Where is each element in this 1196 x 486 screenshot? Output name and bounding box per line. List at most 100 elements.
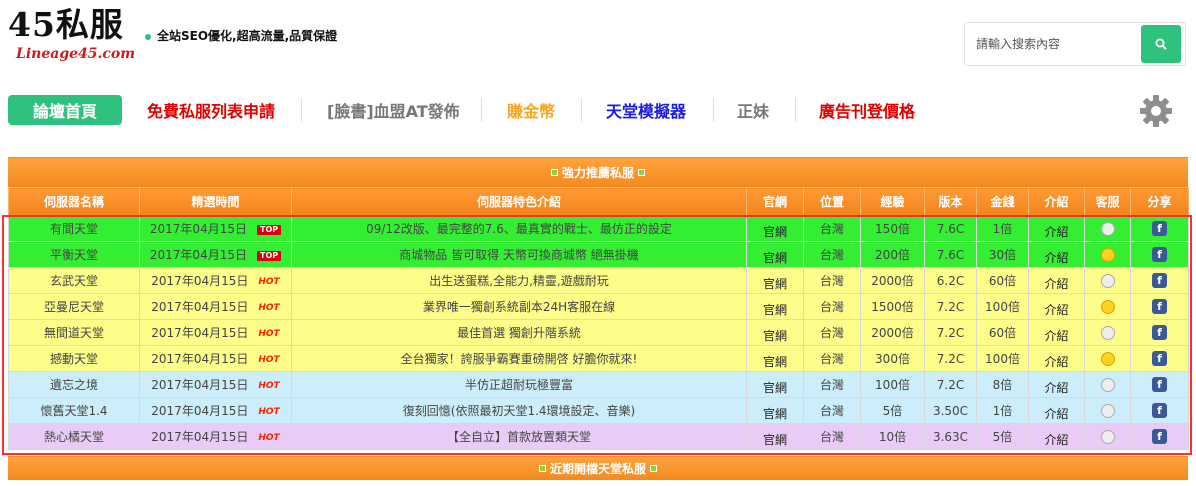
search-input[interactable] bbox=[966, 24, 1142, 64]
featured-time-cell: 2017年04月15日 HOT bbox=[139, 423, 292, 450]
server-name[interactable]: 撼動天堂 bbox=[8, 345, 140, 372]
smiley-icon[interactable] bbox=[1100, 247, 1115, 262]
smiley-icon[interactable] bbox=[1100, 377, 1115, 392]
server-name[interactable]: 懷舊天堂1.4 bbox=[8, 397, 140, 424]
smiley-icon[interactable] bbox=[1100, 351, 1115, 366]
server-name[interactable]: 遺忘之境 bbox=[8, 371, 140, 398]
server-money: 1倍 bbox=[976, 215, 1029, 242]
official-site-cell: 官網 bbox=[746, 345, 804, 372]
table-row: 遺忘之境 2017年04月15日 HOT 半仿正超耐玩極豐富 官網 台灣 100倍 7.2C 8… bbox=[8, 371, 1189, 398]
server-name[interactable]: 平衡天堂 bbox=[8, 241, 140, 268]
server-description[interactable]: 業界唯一獨創系統副本24H客服在線 bbox=[291, 293, 747, 320]
smiley-icon[interactable] bbox=[1100, 403, 1115, 418]
intro-link[interactable]: 介紹 bbox=[1044, 399, 1068, 422]
official-site-link[interactable]: 官網 bbox=[763, 269, 787, 292]
smiley-icon[interactable] bbox=[1100, 221, 1115, 236]
server-description[interactable]: 復刻回憶(依照最初天堂1.4環境設定、音樂) bbox=[291, 397, 747, 424]
official-site-cell: 官網 bbox=[746, 293, 804, 320]
nav-item-ad-price[interactable]: 廣告刊登價格 bbox=[819, 95, 915, 125]
facebook-share-icon[interactable]: f bbox=[1152, 325, 1167, 340]
official-site-link[interactable]: 官網 bbox=[763, 425, 787, 448]
top-badge: TOP bbox=[256, 251, 282, 261]
server-name[interactable]: 玄武天堂 bbox=[8, 267, 140, 294]
intro-link[interactable]: 介紹 bbox=[1044, 373, 1068, 396]
intro-link[interactable]: 介紹 bbox=[1044, 243, 1068, 266]
server-exp: 150倍 bbox=[860, 215, 925, 242]
intro-link[interactable]: 介紹 bbox=[1044, 321, 1068, 344]
intro-link[interactable]: 介紹 bbox=[1044, 295, 1068, 318]
smiley-icon[interactable] bbox=[1100, 325, 1115, 340]
server-name[interactable]: 亞曼尼天堂 bbox=[8, 293, 140, 320]
facebook-share-icon[interactable]: f bbox=[1152, 273, 1167, 288]
nav-item-facebook-at[interactable]: [臉書]血盟AT發佈 bbox=[327, 95, 460, 125]
search-button[interactable] bbox=[1141, 25, 1181, 63]
smiley-icon[interactable] bbox=[1100, 299, 1115, 314]
server-location: 台灣 bbox=[803, 423, 861, 450]
square-icon bbox=[650, 465, 657, 472]
server-exp: 5倍 bbox=[860, 397, 925, 424]
nav-item-free-server-apply[interactable]: 免費私服列表申請 bbox=[147, 95, 275, 125]
site-logo[interactable]: 45私服 Lineage45.com bbox=[8, 6, 148, 66]
server-name[interactable]: 有間天堂 bbox=[8, 215, 140, 242]
nav-item-simulator[interactable]: 天堂模擬器 bbox=[606, 95, 686, 125]
server-description[interactable]: 全台獨家！誇服爭霸賽重磅開啓 好膽你就來! bbox=[291, 345, 747, 372]
nav-item-girls[interactable]: 正妹 bbox=[737, 95, 769, 125]
featured-time-cell: 2017年04月15日 HOT bbox=[139, 293, 292, 320]
server-version: 7.2C bbox=[924, 345, 977, 372]
share-cell: f bbox=[1130, 371, 1189, 398]
intro-link[interactable]: 介紹 bbox=[1044, 269, 1068, 292]
nav-item-earn-coins[interactable]: 賺金幣 bbox=[507, 95, 555, 125]
share-cell: f bbox=[1130, 267, 1189, 294]
official-site-cell: 官網 bbox=[746, 267, 804, 294]
featured-time-cell: 2017年04月15日 HOT bbox=[139, 345, 292, 372]
server-name[interactable]: 無間道天堂 bbox=[8, 319, 140, 346]
official-site-link[interactable]: 官網 bbox=[763, 347, 787, 370]
facebook-share-icon[interactable]: f bbox=[1152, 351, 1167, 366]
square-icon bbox=[538, 465, 546, 472]
featured-time: 2017年04月15日 bbox=[151, 404, 249, 418]
facebook-share-icon[interactable]: f bbox=[1152, 377, 1167, 392]
server-version: 7.6C bbox=[924, 215, 977, 242]
search-icon bbox=[1155, 38, 1167, 50]
server-exp: 10倍 bbox=[860, 423, 925, 450]
table-row: 玄武天堂 2017年04月15日 HOT 出生送蛋糕,全能力,精靈,遊戲耐玩 官網 台灣 2… bbox=[8, 267, 1189, 294]
server-description[interactable]: 最佳首選 獨創升階系統 bbox=[291, 319, 747, 346]
facebook-share-icon[interactable]: f bbox=[1152, 403, 1167, 418]
server-description[interactable]: 09/12改版、最完整的7.6、最真實的戰士、最仿正的設定 bbox=[291, 215, 747, 242]
official-site-link[interactable]: 官網 bbox=[763, 295, 787, 318]
server-exp: 2000倍 bbox=[860, 267, 925, 294]
official-site-link[interactable]: 官網 bbox=[763, 399, 787, 422]
featured-time: 2017年04月15日 bbox=[149, 248, 247, 262]
square-icon bbox=[638, 169, 645, 176]
gear-icon[interactable] bbox=[1138, 93, 1174, 129]
server-description[interactable]: 【全自立】首款放置類天堂 bbox=[291, 423, 747, 450]
smiley-icon[interactable] bbox=[1100, 429, 1115, 444]
facebook-share-icon[interactable]: f bbox=[1152, 429, 1167, 444]
smiley-icon[interactable] bbox=[1100, 273, 1115, 288]
intro-link[interactable]: 介紹 bbox=[1044, 425, 1068, 448]
official-site-cell: 官網 bbox=[746, 423, 804, 450]
section-header-recent: 近期開檔天堂私服 bbox=[8, 456, 1188, 480]
official-site-link[interactable]: 官網 bbox=[763, 321, 787, 344]
official-site-link[interactable]: 官網 bbox=[763, 243, 787, 266]
server-description[interactable]: 出生送蛋糕,全能力,精靈,遊戲耐玩 bbox=[291, 267, 747, 294]
facebook-share-icon[interactable]: f bbox=[1152, 299, 1167, 314]
site-slogan: 全站SEO優化,超高流量,品質保證 bbox=[145, 27, 337, 44]
server-description[interactable]: 半仿正超耐玩極豐富 bbox=[291, 371, 747, 398]
nav-home-button[interactable]: 論壇首頁 bbox=[8, 95, 122, 125]
col-header: 金錢 bbox=[976, 187, 1029, 216]
facebook-share-icon[interactable]: f bbox=[1152, 221, 1167, 236]
server-description[interactable]: 商城物品 皆可取得 天幣可換商城幣 絕無掛機 bbox=[291, 241, 747, 268]
server-name[interactable]: 熱心橘天堂 bbox=[8, 423, 140, 450]
intro-link[interactable]: 介紹 bbox=[1044, 217, 1068, 240]
featured-time-cell: 2017年04月15日 HOT bbox=[139, 319, 292, 346]
official-site-link[interactable]: 官網 bbox=[763, 217, 787, 240]
featured-time-cell: 2017年04月15日 HOT bbox=[139, 267, 292, 294]
facebook-share-icon[interactable]: f bbox=[1152, 247, 1167, 262]
server-version: 7.2C bbox=[924, 371, 977, 398]
official-site-link[interactable]: 官網 bbox=[763, 373, 787, 396]
intro-cell: 介紹 bbox=[1028, 215, 1085, 242]
intro-link[interactable]: 介紹 bbox=[1044, 347, 1068, 370]
server-location: 台灣 bbox=[803, 293, 861, 320]
server-money: 60倍 bbox=[976, 319, 1029, 346]
